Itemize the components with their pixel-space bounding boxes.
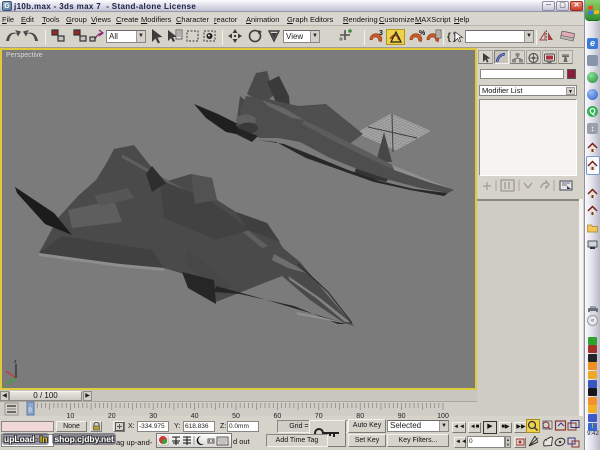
svg-text:100: 100 [437,413,449,420]
svg-text:30: 30 [149,413,157,420]
svg-text:60: 60 [274,413,282,420]
svg-text:40: 40 [191,413,199,420]
svg-text:90: 90 [398,413,406,420]
svg-text:50: 50 [232,413,240,420]
svg-text:y: y [3,385,6,388]
svg-text:10: 10 [67,413,75,420]
svg-text:80: 80 [356,413,364,420]
svg-text:20: 20 [108,413,116,420]
svg-text:3: 3 [379,30,383,37]
svg-text:%: % [419,30,426,37]
svg-text:70: 70 [315,413,323,420]
svg-text:x: x [2,366,3,372]
